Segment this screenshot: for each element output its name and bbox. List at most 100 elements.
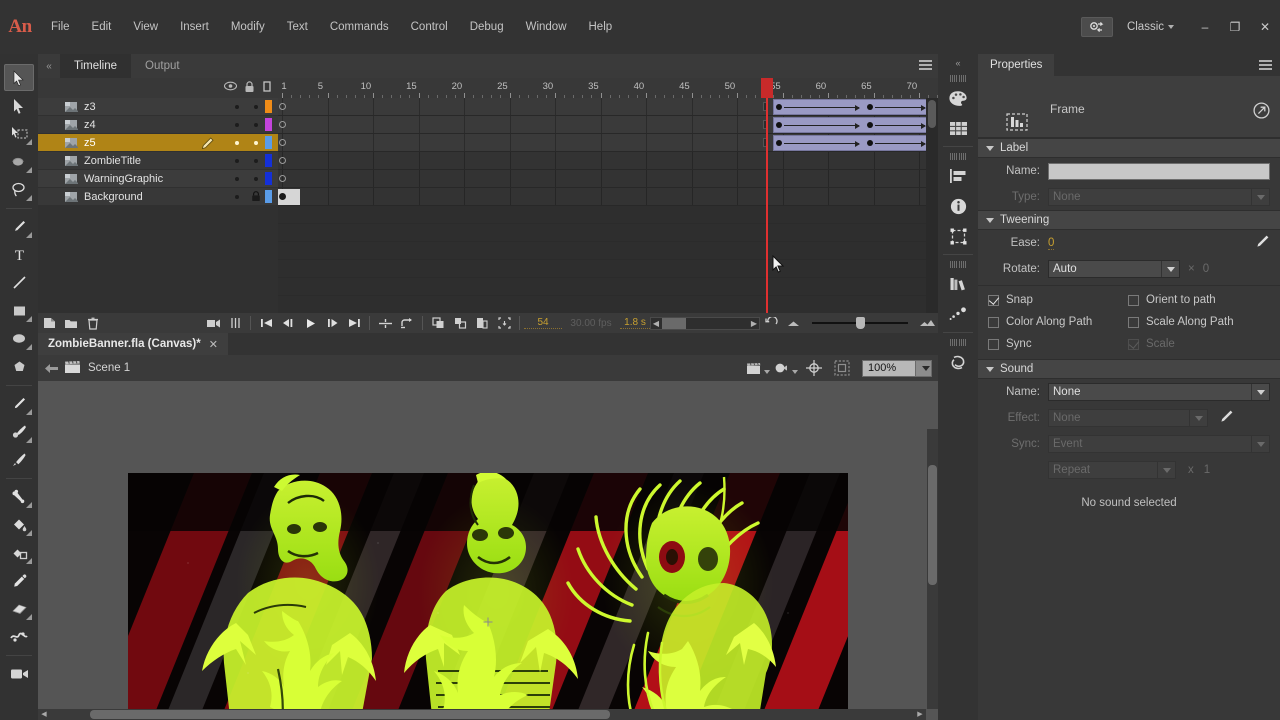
transform-icon[interactable] xyxy=(943,221,973,251)
go-to-last-frame-button[interactable] xyxy=(343,313,365,333)
snap-checkbox[interactable] xyxy=(988,294,999,306)
section-sound-header[interactable]: Sound xyxy=(978,359,1280,379)
chevron-down-icon[interactable] xyxy=(1161,261,1179,277)
ease-value[interactable]: 0 xyxy=(1048,237,1055,250)
layer-name[interactable]: ZombieTitle xyxy=(84,155,228,167)
cc-libraries-icon[interactable] xyxy=(943,347,973,377)
layer-visibility-toggle[interactable] xyxy=(228,176,246,181)
line-tool[interactable] xyxy=(4,269,34,296)
pen-tool[interactable] xyxy=(4,213,34,240)
text-tool[interactable]: T xyxy=(4,241,34,268)
tab-properties[interactable]: Properties xyxy=(978,54,1055,76)
eyedropper-tool[interactable] xyxy=(4,567,34,594)
window-restore-button[interactable]: ❐ xyxy=(1220,14,1250,40)
layer-color-chip[interactable] xyxy=(265,100,272,113)
eye-icon[interactable] xyxy=(223,81,238,94)
properties-panel-menu-icon[interactable] xyxy=(1259,60,1272,72)
chevron-down-icon[interactable] xyxy=(1251,189,1269,205)
sync-checkbox[interactable] xyxy=(988,338,999,350)
menu-debug[interactable]: Debug xyxy=(459,16,515,38)
canvas-vertical-scrollbar[interactable] xyxy=(927,429,938,709)
playhead[interactable] xyxy=(766,78,769,313)
scale-along-path-checkbox-group[interactable]: Scale Along Path xyxy=(1128,316,1268,328)
frame-row[interactable] xyxy=(278,170,938,188)
document-tab-close-icon[interactable]: ✕ xyxy=(209,338,218,351)
layer-color-chip[interactable] xyxy=(265,136,272,149)
outline-icon[interactable] xyxy=(263,81,271,95)
tab-timeline[interactable]: Timeline xyxy=(60,54,132,78)
brush-tool[interactable] xyxy=(4,446,34,473)
blank-keyframe-marker[interactable] xyxy=(279,121,286,128)
timeline-collapse-icon[interactable]: « xyxy=(38,54,60,78)
edit-multiple-frames-button[interactable] xyxy=(493,313,515,333)
properties-help-link-icon[interactable] xyxy=(1253,102,1270,122)
eraser-tool[interactable] xyxy=(4,595,34,622)
reset-timeline-zoom-button[interactable] xyxy=(760,313,782,333)
3d-rotation-tool[interactable] xyxy=(4,148,34,175)
frame-grid[interactable] xyxy=(278,98,938,313)
rotate-select[interactable]: Auto xyxy=(1048,260,1180,278)
edit-ease-pencil-icon[interactable] xyxy=(1254,234,1270,253)
scrollbar-thumb[interactable] xyxy=(90,710,610,719)
timeline-zoom-slider[interactable] xyxy=(812,317,908,329)
paste-frames-button[interactable] xyxy=(471,313,493,333)
selection-tool[interactable] xyxy=(4,64,34,91)
label-type-select[interactable]: None xyxy=(1048,188,1270,206)
paint-brush-tool[interactable] xyxy=(4,418,34,445)
menu-help[interactable]: Help xyxy=(578,16,624,38)
menu-commands[interactable]: Commands xyxy=(319,16,400,38)
color-palette-icon[interactable] xyxy=(943,83,973,113)
loop-playback-button[interactable] xyxy=(396,313,418,333)
frame-row[interactable] xyxy=(278,188,938,206)
rail-collapse-icon[interactable]: « xyxy=(955,58,960,72)
menu-control[interactable]: Control xyxy=(400,16,459,38)
step-back-button[interactable] xyxy=(277,313,299,333)
layer-color-chip[interactable] xyxy=(265,190,272,203)
layer-row[interactable]: z4 xyxy=(38,116,278,134)
chevron-down-icon[interactable] xyxy=(915,360,931,376)
rail-drag-grip[interactable] xyxy=(950,75,966,82)
layer-color-chip[interactable] xyxy=(265,118,272,131)
layer-row[interactable]: z5 xyxy=(38,134,278,152)
workspace-name[interactable]: Classic xyxy=(1127,21,1164,33)
timeline-vertical-scrollbar[interactable] xyxy=(926,98,938,313)
zoom-in-frames-button[interactable] xyxy=(916,313,938,333)
menu-file[interactable]: File xyxy=(40,16,81,38)
lock-icon[interactable] xyxy=(244,81,255,96)
menu-window[interactable]: Window xyxy=(515,16,578,38)
orient-to-path-checkbox[interactable] xyxy=(1128,294,1139,306)
new-layer-button[interactable] xyxy=(38,313,60,333)
rectangle-tool[interactable] xyxy=(4,297,34,324)
frame-row[interactable] xyxy=(278,98,938,116)
scroll-left-arrow[interactable]: ◀ xyxy=(651,319,661,328)
layer-visibility-toggle[interactable] xyxy=(228,104,246,109)
oval-tool[interactable] xyxy=(4,325,34,352)
workspace-switch-icon[interactable] xyxy=(1080,17,1113,37)
rail-drag-grip[interactable] xyxy=(950,153,966,160)
blank-keyframe-marker[interactable] xyxy=(279,139,286,146)
section-tweening-header[interactable]: Tweening xyxy=(978,210,1280,230)
onion-skin-button[interactable] xyxy=(224,313,246,333)
motion-presets-icon[interactable] xyxy=(943,299,973,329)
timeline-horizontal-scrollbar[interactable]: ◀ ▶ xyxy=(650,316,760,330)
pencil-tool[interactable] xyxy=(4,390,34,417)
center-frame-button[interactable] xyxy=(202,313,224,333)
menu-edit[interactable]: Edit xyxy=(81,16,123,38)
stage-canvas[interactable] xyxy=(128,473,848,720)
menu-insert[interactable]: Insert xyxy=(169,16,220,38)
layer-name[interactable]: z4 xyxy=(84,119,228,131)
playhead-handle[interactable] xyxy=(761,78,774,98)
layer-lock-toggle[interactable] xyxy=(246,104,265,109)
frame-row[interactable] xyxy=(278,116,938,134)
go-to-first-frame-button[interactable] xyxy=(255,313,277,333)
color-along-path-checkbox[interactable] xyxy=(988,316,999,328)
scroll-right-arrow[interactable]: ▶ xyxy=(749,319,759,328)
section-label-header[interactable]: Label xyxy=(978,138,1280,158)
center-stage-icon[interactable] xyxy=(802,357,826,379)
scrollbar-thumb[interactable] xyxy=(662,317,686,329)
orient-to-path-checkbox-group[interactable]: Orient to path xyxy=(1128,294,1268,306)
canvas-workspace[interactable]: ◀ ▶ xyxy=(38,381,938,720)
layer-lock-toggle[interactable] xyxy=(246,158,265,163)
align-icon[interactable] xyxy=(943,161,973,191)
chevron-down-icon[interactable] xyxy=(1251,384,1269,400)
